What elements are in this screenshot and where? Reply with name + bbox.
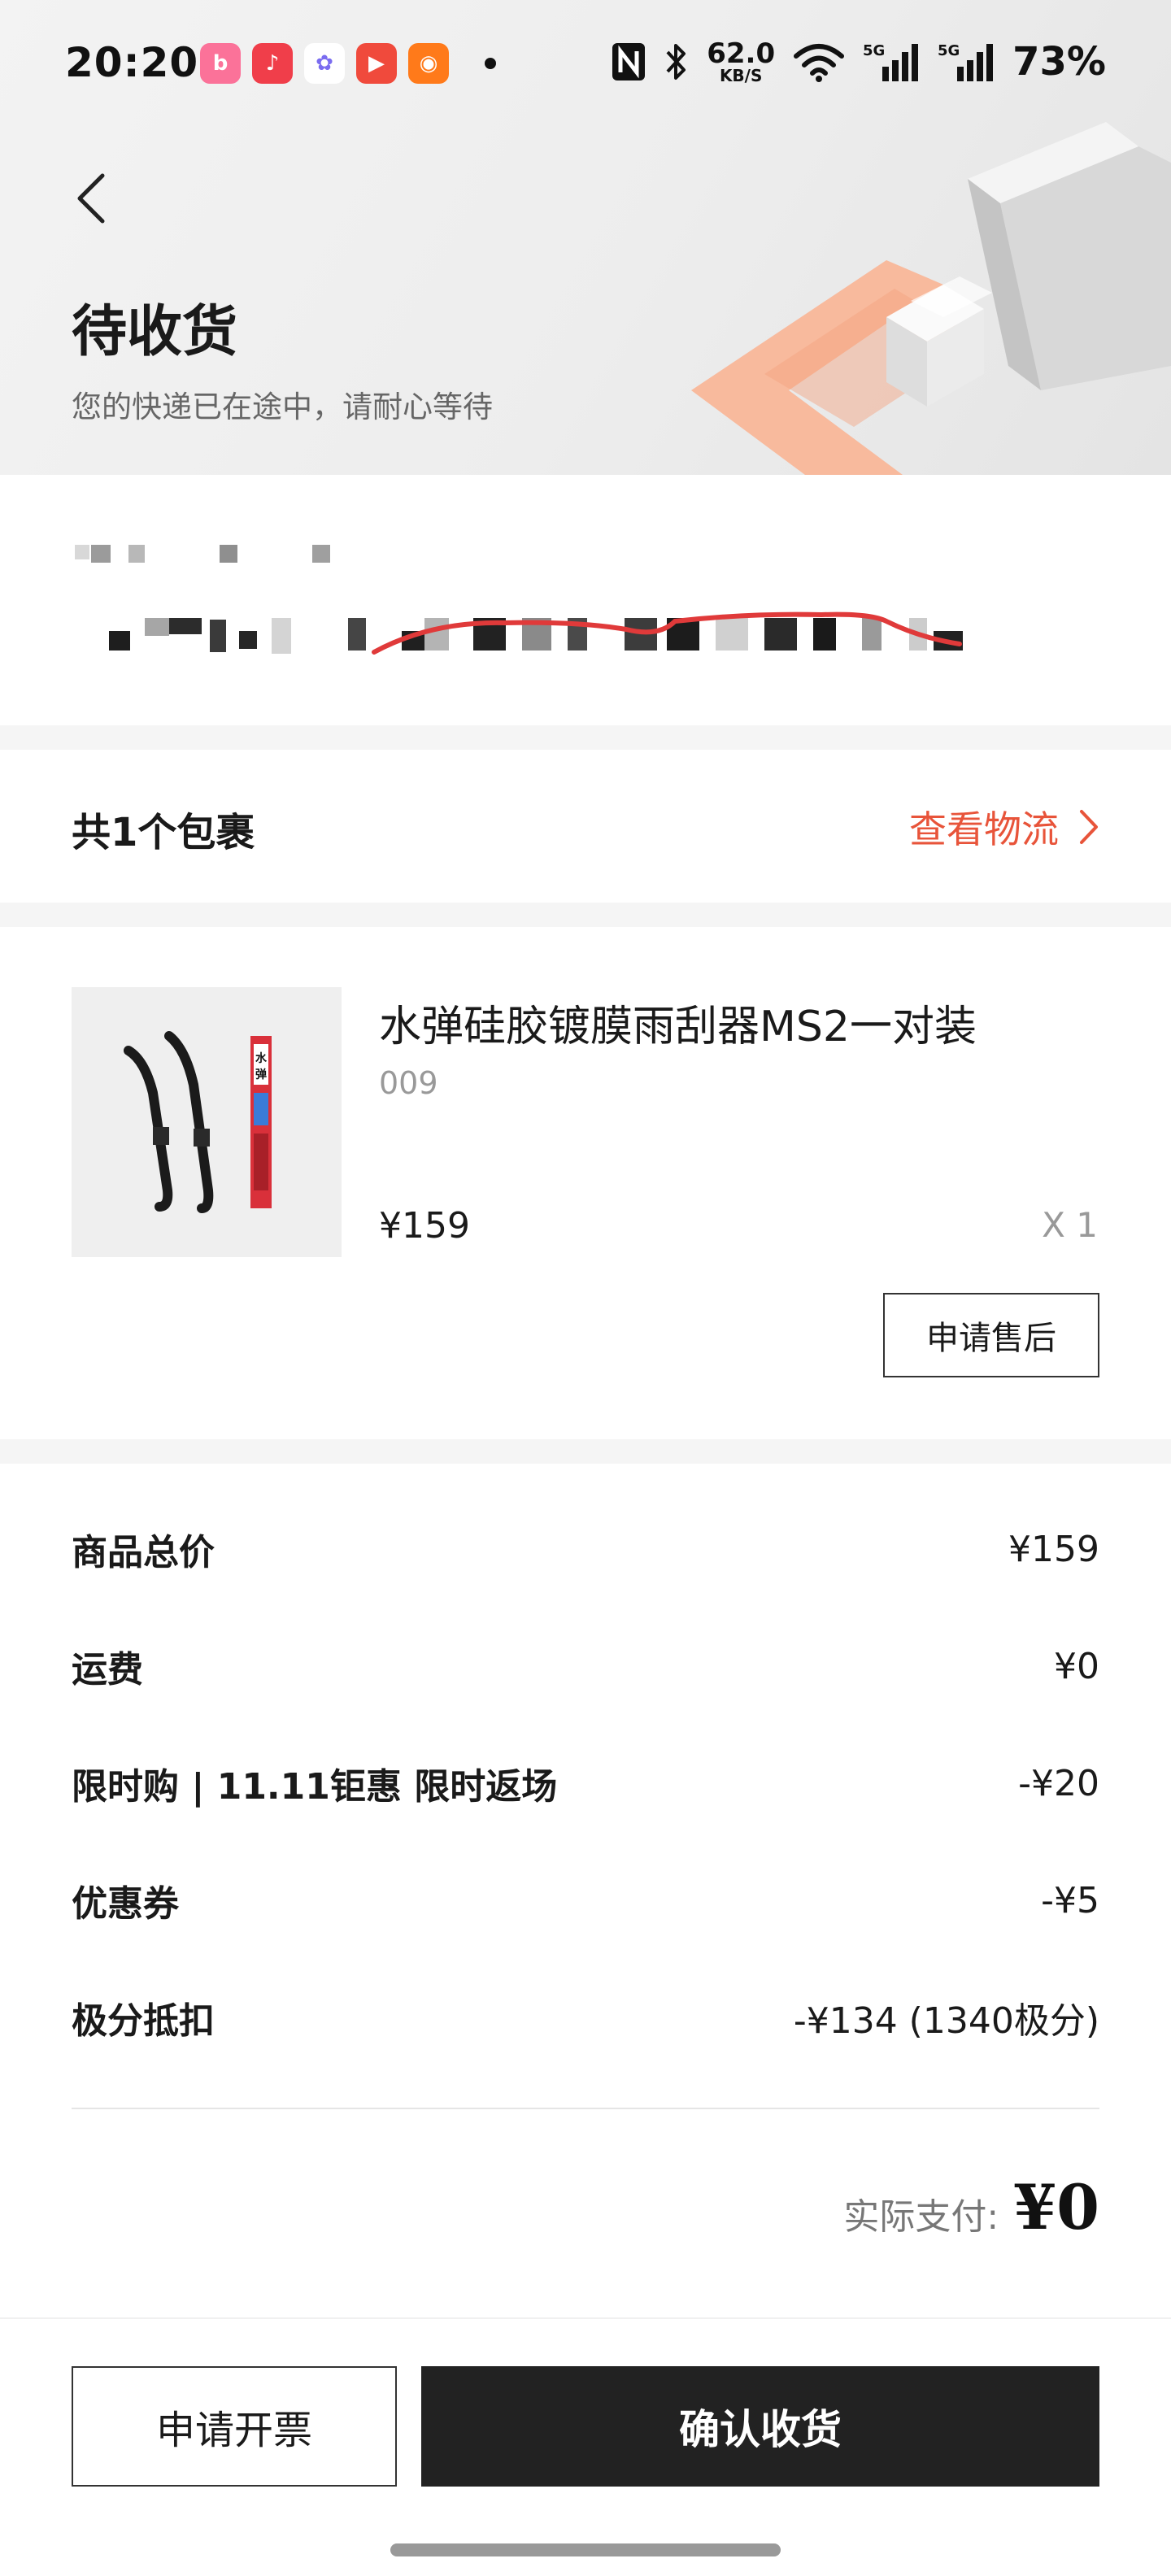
price-label: 限时购 | 11.11钜惠 限时返场 bbox=[72, 1766, 558, 1808]
clock: 20:20 bbox=[65, 39, 199, 86]
price-label: 商品总价 bbox=[72, 1532, 215, 1573]
product-image[interactable]: 水 弹 bbox=[72, 987, 342, 1257]
home-indicator[interactable] bbox=[390, 2543, 781, 2556]
network-speed-value: 62.0 bbox=[707, 37, 776, 70]
price-value: ¥159 bbox=[1008, 1528, 1099, 1570]
network-speed: 62.0 KB/S bbox=[707, 40, 775, 84]
package-label-top: 水 bbox=[255, 1051, 268, 1065]
package-label-bottom: 弹 bbox=[255, 1068, 267, 1081]
product-price: ¥159 bbox=[379, 1205, 470, 1247]
price-label: 运费 bbox=[72, 1649, 143, 1690]
product-name[interactable]: 水弹硅胶镀膜雨刮器MS2一对装 bbox=[379, 992, 977, 1053]
delivery-box-illustration bbox=[691, 122, 1171, 475]
signal-1-label: 5G bbox=[863, 42, 885, 59]
view-tracking-label: 查看物流 bbox=[909, 807, 1059, 851]
request-invoice-button[interactable]: 申请开票 bbox=[72, 2366, 397, 2487]
photos-icon: ✿ bbox=[304, 43, 345, 84]
back-button[interactable] bbox=[70, 169, 115, 228]
price-row-coupon: 优惠券 -¥5 bbox=[72, 1872, 1099, 1929]
page-title: 待收货 bbox=[72, 300, 238, 364]
actual-payment-value: ¥0 bbox=[1013, 2171, 1099, 2243]
signal-2-label: 5G bbox=[938, 42, 960, 59]
network-speed-unit: KB/S bbox=[719, 66, 763, 85]
confirm-receipt-button[interactable]: 确认收货 bbox=[421, 2366, 1099, 2487]
actual-payment-label: 实际支付: bbox=[843, 2196, 999, 2238]
price-row-points: 极分抵扣 -¥134 (1340极分) bbox=[72, 1989, 1099, 2046]
kuaishou-icon: ◉ bbox=[408, 43, 449, 84]
system-icons: 62.0 KB/S 5G 5G 73% bbox=[611, 37, 1106, 86]
cellular-signal-1-icon: 5G bbox=[863, 41, 920, 83]
video-icon: ▶ bbox=[356, 43, 397, 84]
notification-app-icons: b ♪ ✿ ▶ ◉ bbox=[200, 41, 496, 86]
price-row-subtotal: 商品总价 ¥159 bbox=[72, 1521, 1099, 1577]
redaction-scribble bbox=[372, 611, 962, 655]
chevron-right-icon bbox=[1080, 810, 1098, 844]
status-bar: 20:20 b ♪ ✿ ▶ ◉ 62.0 KB/S 5G 5G 73% bbox=[0, 0, 1171, 130]
wifi-icon bbox=[793, 41, 845, 82]
request-aftersale-button[interactable]: 申请售后 bbox=[883, 1293, 1099, 1377]
bottom-action-bar: 申请开票 确认收货 bbox=[0, 2317, 1171, 2576]
music-icon: ♪ bbox=[252, 43, 293, 84]
price-label: 极分抵扣 bbox=[72, 2000, 215, 2042]
page-subtitle: 您的快递已在途中，请耐心等待 bbox=[72, 389, 493, 424]
price-row-flash-sale: 限时购 | 11.11钜惠 限时返场 -¥20 bbox=[72, 1755, 1099, 1812]
order-status-header: 20:20 b ♪ ✿ ▶ ◉ 62.0 KB/S 5G 5G 73% 待收货 … bbox=[0, 0, 1171, 475]
chevron-left-icon bbox=[77, 173, 105, 224]
more-notifications-dot bbox=[485, 58, 496, 69]
price-value: -¥20 bbox=[1018, 1762, 1099, 1804]
divider bbox=[72, 2108, 1099, 2109]
product-spec: 009 bbox=[379, 1065, 438, 1101]
bluetooth-icon bbox=[664, 41, 689, 83]
price-value: ¥0 bbox=[1054, 1645, 1099, 1687]
price-row-shipping: 运费 ¥0 bbox=[72, 1638, 1099, 1695]
nfc-icon bbox=[611, 41, 646, 82]
battery-level: 73% bbox=[1012, 39, 1106, 85]
package-card: 共1个包裹 查看物流 bbox=[0, 750, 1171, 903]
view-tracking-link[interactable]: 查看物流 bbox=[909, 800, 1099, 854]
shipping-address-card[interactable] bbox=[0, 475, 1171, 725]
order-detail-page: 20:20 b ♪ ✿ ▶ ◉ 62.0 KB/S 5G 5G 73% 待收货 … bbox=[0, 0, 1171, 2576]
bilibili-icon: b bbox=[200, 43, 241, 84]
price-value: -¥134 (1340极分) bbox=[793, 2000, 1099, 2042]
product-card[interactable]: 水 弹 水弹硅胶镀膜雨刮器MS2一对装 009 ¥159 X 1 申请售后 bbox=[0, 927, 1171, 1439]
package-count-title: 共1个包裹 bbox=[72, 810, 255, 855]
wiper-blade-image: 水 弹 bbox=[124, 1031, 272, 1213]
product-quantity: X 1 bbox=[1042, 1205, 1098, 1245]
cellular-signal-2-icon: 5G bbox=[938, 41, 995, 83]
price-summary-card: 商品总价 ¥159 运费 ¥0 限时购 | 11.11钜惠 限时返场 -¥20 … bbox=[0, 1464, 1171, 2317]
actual-payment: 实际支付: ¥0 bbox=[843, 2171, 1099, 2243]
price-label: 优惠券 bbox=[72, 1883, 179, 1925]
price-value: -¥5 bbox=[1041, 1879, 1099, 1921]
